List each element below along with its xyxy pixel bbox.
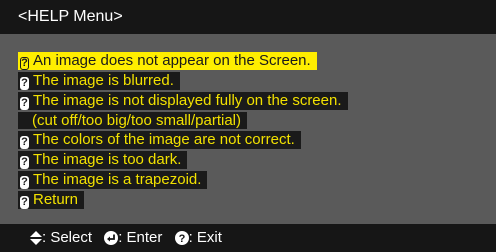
question-icon: ?: [20, 97, 29, 110]
help-icon: ?: [174, 231, 189, 246]
select-hint: : Select: [30, 229, 96, 246]
enter-icon: [104, 231, 119, 246]
menu-item-colors-incorrect[interactable]: ? The colors of the image are not correct…: [18, 131, 301, 149]
enter-hint: : Enter: [104, 229, 166, 246]
help-menu-list: ? An image does not appear on the Screen.…: [18, 52, 478, 211]
key-hint-bar: : Select : Enter ? : Exit: [0, 224, 496, 252]
page-title: <HELP Menu>: [0, 0, 496, 34]
question-icon: ?: [20, 196, 29, 209]
menu-item-label: The image is blurred.: [33, 72, 174, 89]
menu-item-blurred[interactable]: ? The image is blurred.: [18, 72, 180, 90]
question-icon: ?: [20, 176, 29, 189]
menu-item-continuation[interactable]: (cut off/too big/too small/partial): [18, 112, 247, 129]
menu-item-label: The image is not displayed fully on the …: [33, 92, 342, 109]
menu-item-return[interactable]: ? Return: [18, 191, 85, 209]
enter-hint-label: : Enter: [118, 229, 163, 246]
menu-item-label: Return: [33, 191, 79, 208]
question-icon: ?: [20, 156, 29, 169]
menu-item-trapezoid[interactable]: ? The image is a trapezoid.: [18, 171, 208, 189]
menu-item-label: The colors of the image are not correct.: [33, 131, 295, 148]
question-icon: ?: [20, 136, 29, 149]
menu-item-label: The image is too dark.: [33, 151, 182, 168]
menu-item-not-displayed-fully[interactable]: ? The image is not displayed fully on the…: [18, 92, 348, 110]
exit-hint: ? : Exit: [174, 229, 222, 246]
help-menu-screen: <HELP Menu> ? An image does not appear on…: [0, 0, 496, 252]
select-hint-label: : Select: [42, 229, 93, 246]
question-icon: ?: [20, 57, 29, 70]
question-icon: ?: [20, 77, 29, 90]
menu-item-no-image[interactable]: ? An image does not appear on the Screen.: [18, 52, 317, 70]
up-down-arrows-icon: [30, 231, 42, 246]
svg-text:?: ?: [178, 233, 185, 245]
menu-item-label: An image does not appear on the Screen.: [33, 52, 311, 69]
menu-item-continuation-label: (cut off/too big/too small/partial): [32, 112, 241, 129]
menu-item-label: The image is a trapezoid.: [33, 171, 202, 188]
exit-hint-label: : Exit: [188, 229, 222, 246]
menu-item-too-dark[interactable]: ? The image is too dark.: [18, 151, 188, 169]
